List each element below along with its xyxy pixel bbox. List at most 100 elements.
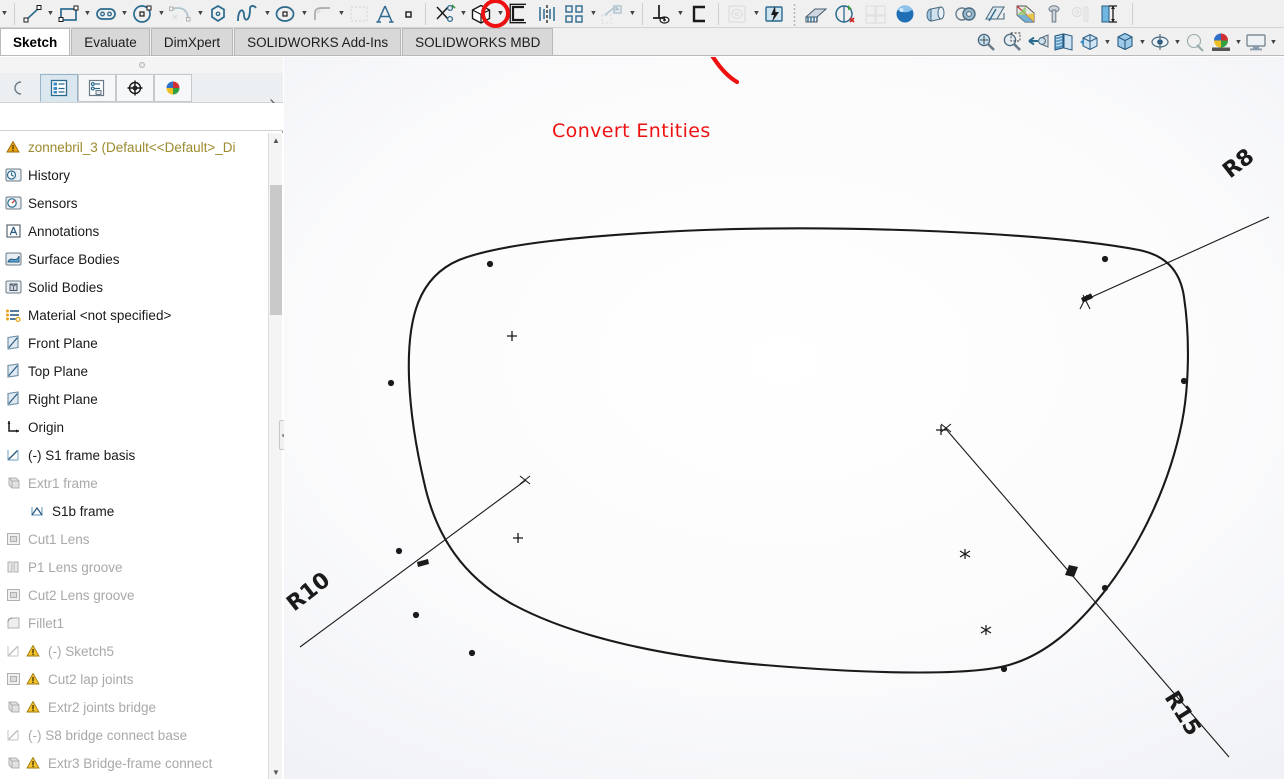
measure-tool-button[interactable] (1097, 1, 1127, 27)
panel-pin-dot-icon[interactable] (138, 62, 145, 68)
linear-sketch-pattern-tool-button[interactable] (561, 1, 589, 27)
radius-leader-r10[interactable] (299, 479, 527, 648)
radius-label-r8[interactable]: R8 (1218, 144, 1259, 184)
tree-item-solid-bodies[interactable]: Solid Bodies (0, 273, 283, 301)
tab-dimxpert[interactable]: DimXpert (150, 28, 234, 55)
move-entities-tool-button[interactable] (598, 1, 628, 27)
tree-item-extr1-frame[interactable]: Extr1 frame (0, 469, 283, 497)
spline-point[interactable] (1000, 665, 1008, 673)
quick-snaps-tool-button[interactable] (724, 1, 752, 27)
point-tool-button[interactable] (398, 1, 420, 27)
configuration-manager-icon[interactable] (116, 73, 154, 102)
tree-item-fillet1[interactable]: Fillet1 (0, 609, 283, 637)
trim-dropdown-icon[interactable] (459, 1, 468, 27)
lens-outline-sketch[interactable]: R8 R10 R15 (284, 57, 1284, 779)
spline-tool-button[interactable] (233, 1, 263, 27)
tab-solidworks-add-ins[interactable]: SOLIDWORKS Add-Ins (234, 28, 402, 55)
rapid-sketch-tool-button[interactable] (761, 1, 789, 27)
edit-appearance-icon[interactable] (1182, 29, 1208, 55)
rib-tool-button[interactable] (801, 1, 831, 27)
display-style-dropdown-icon[interactable] (1138, 29, 1147, 55)
line-tool-button[interactable] (20, 1, 46, 27)
tree-item-s1-frame-basis[interactable]: (-) S1 frame basis (0, 441, 283, 469)
rectangle-dropdown-icon[interactable] (83, 1, 92, 27)
sketch-command-toolbar[interactable] (0, 0, 1284, 28)
plane-tool-button[interactable] (346, 1, 372, 27)
tree-item-top-plane[interactable]: Top Plane (0, 357, 283, 385)
tree-item-right-plane[interactable]: Right Plane (0, 385, 283, 413)
shell-tool-button[interactable] (861, 1, 891, 27)
slot-dropdown-icon[interactable] (120, 1, 129, 27)
trim-entities-tool-button[interactable] (431, 1, 459, 27)
tree-item-s8-bridge-connect-base[interactable]: (-) S8 bridge connect base (0, 721, 283, 749)
pattern-dropdown-icon[interactable] (589, 1, 598, 27)
lens-profile-curve[interactable] (407, 227, 1189, 674)
view-settings-dropdown-icon[interactable] (1269, 29, 1278, 55)
tree-item-annotations[interactable]: Annotations (0, 217, 283, 245)
spline-point[interactable] (486, 260, 494, 268)
polygon-tool-button[interactable] (205, 1, 233, 27)
tree-item-extr2-joints-bridge[interactable]: Extr2 joints bridge (0, 693, 283, 721)
draft-tool-button[interactable] (831, 1, 861, 27)
view-orientation-icon[interactable] (1077, 29, 1103, 55)
feature-tree-scrollbar[interactable]: ▲ ▼ (268, 133, 282, 779)
display-manager-icon[interactable] (154, 73, 192, 102)
spline-point[interactable] (395, 547, 403, 555)
arc-tool-button[interactable] (166, 1, 196, 27)
chevron-down-icon[interactable] (0, 1, 9, 27)
circle-dropdown-icon[interactable] (157, 1, 166, 27)
zoom-to-fit-icon[interactable] (973, 29, 999, 55)
quicksnaps-dropdown-icon[interactable] (752, 1, 761, 27)
tree-item-history[interactable]: History (0, 161, 283, 189)
view-orientation-dropdown-icon[interactable] (1103, 29, 1112, 55)
tab-solidworks-mbd[interactable]: SOLIDWORKS MBD (402, 28, 554, 55)
display-style-icon[interactable] (1112, 29, 1138, 55)
view-settings-icon[interactable] (1243, 29, 1269, 55)
panel-pin-row[interactable] (0, 57, 283, 73)
tree-item-extr3-bridge-frame-connect[interactable]: Extr3 Bridge-frame connect (0, 749, 283, 777)
tree-item-part-root[interactable]: zonnebril_3 (Default<<Default>_Di (0, 133, 283, 161)
move-dropdown-icon[interactable] (628, 1, 637, 27)
scrollbar-thumb[interactable] (270, 185, 282, 315)
tree-item-sensors[interactable]: Sensors (0, 189, 283, 217)
zoom-to-area-icon[interactable] (999, 29, 1025, 55)
arc-dropdown-icon[interactable] (196, 1, 205, 27)
previous-view-icon[interactable] (1025, 29, 1051, 55)
spline-point[interactable] (1101, 255, 1109, 263)
dome-tool-button[interactable] (891, 1, 921, 27)
tree-item-cut2-lap-joints[interactable]: Cut2 lap joints (0, 665, 283, 693)
spline-point[interactable] (1101, 584, 1109, 592)
spline-dropdown-icon[interactable] (263, 1, 272, 27)
tree-item-p1-lens-groove[interactable]: P1 Lens groove (0, 553, 283, 581)
fastener-tool-button[interactable] (1067, 1, 1097, 27)
tree-item-origin[interactable]: Origin (0, 413, 283, 441)
relations-dropdown-icon[interactable] (676, 1, 685, 27)
line-dropdown-icon[interactable] (46, 1, 55, 27)
radius-label-r10[interactable]: R10 (284, 568, 335, 617)
construction-point-marker[interactable] (507, 331, 517, 341)
rectangle-tool-button[interactable] (55, 1, 83, 27)
feature-tree-filter-bar[interactable] (0, 103, 283, 131)
radius-label-r15[interactable]: R15 (1159, 687, 1205, 741)
section-view-icon[interactable] (1051, 29, 1077, 55)
tree-item-surface-bodies[interactable]: Surface Bodies (0, 245, 283, 273)
mirror-entities-tool-button[interactable] (533, 1, 561, 27)
spline-point[interactable] (387, 379, 395, 387)
circle-tool-button[interactable] (129, 1, 157, 27)
tree-item-sketch5[interactable]: (-) Sketch5 (0, 637, 283, 665)
tree-item-s1b-frame[interactable]: S1b frame (0, 497, 283, 525)
convert-dropdown-icon[interactable] (496, 1, 505, 27)
text-tool-button[interactable] (372, 1, 398, 27)
convert-entities-tool-button[interactable] (468, 1, 496, 27)
wrap-tool-button[interactable] (921, 1, 951, 27)
curves-tool-button[interactable] (1011, 1, 1041, 27)
tab-evaluate[interactable]: Evaluate (71, 28, 150, 55)
graphics-area[interactable]: R8 R10 R15 Convert Entities (284, 57, 1284, 779)
hide-show-items-icon[interactable] (1147, 29, 1173, 55)
spline-point[interactable] (468, 649, 476, 657)
hide-show-dropdown-icon[interactable] (1173, 29, 1182, 55)
toolbar-grip[interactable] (792, 1, 798, 26)
heads-up-view-toolbar[interactable] (973, 29, 1278, 55)
offset-entities-tool-button[interactable] (505, 1, 533, 27)
slot-tool-button[interactable] (92, 1, 120, 27)
